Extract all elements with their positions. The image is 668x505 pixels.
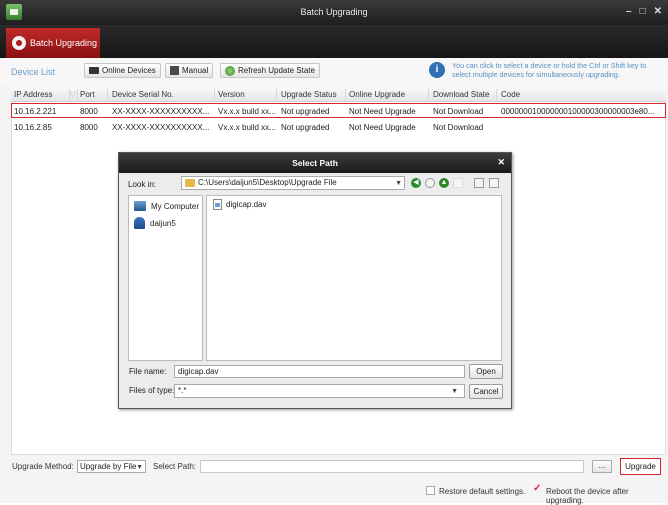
cell-ip: 10.16.2.85 bbox=[14, 123, 52, 132]
dialog-close-icon[interactable]: ✕ bbox=[497, 157, 505, 168]
user-icon bbox=[134, 217, 145, 229]
table-row[interactable]: 10.16.2.85 8000 XX-XXXX-XXXXXXXXXX... Vx… bbox=[11, 120, 666, 135]
new-folder-icon[interactable] bbox=[453, 178, 463, 188]
manual-button[interactable]: Manual bbox=[165, 63, 214, 78]
restore-default-checkbox[interactable] bbox=[426, 486, 435, 495]
maximize-icon[interactable]: □ bbox=[640, 6, 646, 17]
upgrade-tab-icon bbox=[12, 36, 26, 50]
forward-icon[interactable] bbox=[425, 178, 435, 188]
browse-button[interactable]: ... bbox=[592, 460, 612, 473]
hint-line-2: select multiple devices for simultaneous… bbox=[452, 70, 620, 79]
bottom-bar: Upgrade Method: Upgrade by File ▼ Select… bbox=[0, 458, 668, 505]
header-version[interactable]: Version bbox=[218, 90, 245, 99]
chevron-down-icon: ▼ bbox=[395, 180, 402, 187]
monitor-icon bbox=[89, 67, 99, 74]
open-button[interactable]: Open bbox=[469, 364, 503, 379]
upgrade-method-value: Upgrade by File bbox=[80, 462, 137, 471]
cell-ip: 10.16.2.221 bbox=[14, 107, 57, 116]
look-in-label: Look in: bbox=[128, 180, 157, 189]
upgrade-method-label: Upgrade Method: bbox=[12, 462, 74, 471]
title-bar: Batch Upgrading – □ ✕ bbox=[0, 0, 668, 25]
files-of-type-value: *.* bbox=[178, 386, 187, 395]
cell-code: 000000010000000100000300000003e80... bbox=[501, 107, 655, 116]
header-port[interactable]: Port bbox=[80, 90, 95, 99]
file-name: digicap.dav bbox=[226, 200, 267, 209]
online-devices-label: Online Devices bbox=[102, 66, 156, 75]
tab-label: Batch Upgrading bbox=[30, 38, 98, 48]
header-ip-address[interactable]: IP Address bbox=[14, 90, 53, 99]
refresh-icon bbox=[225, 65, 235, 76]
header-download-state[interactable]: Download State bbox=[433, 90, 489, 99]
hint-line-1: You can click to select a device or hold… bbox=[452, 61, 647, 70]
list-item[interactable]: digicap.dav bbox=[213, 199, 266, 210]
computer-icon bbox=[134, 201, 146, 211]
minimize-icon[interactable]: – bbox=[626, 6, 632, 17]
header-code[interactable]: Code bbox=[501, 90, 520, 99]
manual-label: Manual bbox=[182, 66, 209, 75]
cell-version: Vx.x.x build xx... bbox=[218, 107, 276, 116]
refresh-label: Refresh Update State bbox=[238, 66, 315, 75]
places-sidebar: My Computer daijun5 bbox=[128, 195, 203, 361]
header-serial[interactable]: Device Serial No. bbox=[112, 90, 174, 99]
file-name-label: File name: bbox=[129, 367, 167, 376]
window-controls: – □ ✕ bbox=[626, 6, 662, 17]
header-upgrade-status[interactable]: Upgrade Status bbox=[281, 90, 337, 99]
manual-icon bbox=[170, 66, 179, 75]
files-of-type-select[interactable]: *.* ▼ bbox=[174, 384, 465, 398]
cell-port: 8000 bbox=[80, 123, 98, 132]
detail-view-icon[interactable] bbox=[489, 178, 499, 188]
back-icon[interactable]: ◀ bbox=[411, 178, 421, 188]
look-in-path: C:\Users\daijun5\Desktop\Upgrade File bbox=[198, 178, 337, 187]
cell-status: Not upgraded bbox=[281, 123, 330, 132]
file-icon bbox=[213, 199, 222, 210]
chevron-down-icon: ▼ bbox=[136, 464, 143, 471]
cell-port: 8000 bbox=[80, 107, 98, 116]
cell-version: Vx.x.x build xx... bbox=[218, 123, 276, 132]
list-view-icon[interactable] bbox=[474, 178, 484, 188]
file-name-input[interactable]: digicap.dav bbox=[174, 365, 465, 378]
dialog-title: Select Path bbox=[119, 153, 511, 173]
tab-bar: Batch Upgrading bbox=[0, 25, 668, 58]
cell-serial: XX-XXXX-XXXXXXXXXX... bbox=[112, 123, 210, 132]
cell-status: Not upgraded bbox=[281, 107, 330, 116]
refresh-update-state-button[interactable]: Refresh Update State bbox=[220, 63, 320, 78]
upgrade-button[interactable]: Upgrade bbox=[620, 458, 661, 475]
select-path-dialog: Select Path ✕ Look in: C:\Users\daijun5\… bbox=[118, 152, 512, 409]
window-title: Batch Upgrading bbox=[300, 7, 368, 17]
filter-icon[interactable]: ▽ bbox=[70, 90, 76, 99]
sidebar-item-my-computer[interactable]: My Computer bbox=[134, 201, 199, 211]
cell-online-upgrade: Not Need Upgrade bbox=[349, 123, 416, 132]
look-in-combo[interactable]: C:\Users\daijun5\Desktop\Upgrade File ▼ bbox=[181, 176, 405, 190]
sidebar-item-daijun5[interactable]: daijun5 bbox=[134, 217, 176, 229]
header-online-upgrade[interactable]: Online Upgrade bbox=[349, 90, 405, 99]
selection-hint: You can click to select a device or hold… bbox=[452, 61, 666, 79]
close-icon[interactable]: ✕ bbox=[654, 6, 662, 17]
folder-icon bbox=[185, 179, 195, 187]
tab-batch-upgrading[interactable]: Batch Upgrading bbox=[6, 28, 100, 58]
online-devices-button[interactable]: Online Devices bbox=[84, 63, 161, 78]
upgrade-method-select[interactable]: Upgrade by File ▼ bbox=[77, 460, 146, 473]
cell-download-state: Not Download bbox=[433, 123, 484, 132]
reboot-label: Reboot the device after upgrading. bbox=[546, 487, 629, 505]
file-list: digicap.dav bbox=[206, 195, 502, 361]
cell-download-state: Not Download bbox=[433, 107, 484, 116]
select-path-label: Select Path: bbox=[153, 462, 197, 471]
toolbar: Device List Online Devices Manual Refres… bbox=[0, 58, 668, 85]
batch-upgrading-window: Batch Upgrading – □ ✕ Batch Upgrading De… bbox=[0, 0, 668, 505]
chevron-down-icon: ▼ bbox=[451, 388, 458, 395]
cell-online-upgrade: Not Need Upgrade bbox=[349, 107, 416, 116]
sidebar-item-label: My Computer bbox=[151, 201, 200, 211]
select-path-input[interactable] bbox=[200, 460, 584, 473]
table-header: IP Address ▽ Port Device Serial No. Vers… bbox=[11, 87, 666, 102]
reboot-checkbox-checked-icon[interactable]: ✓ bbox=[533, 483, 541, 494]
up-folder-icon[interactable]: ▲ bbox=[439, 178, 449, 188]
sidebar-item-label: daijun5 bbox=[150, 218, 176, 228]
table-row[interactable]: 10.16.2.221 8000 XX-XXXX-XXXXXXXXXX... V… bbox=[11, 103, 666, 118]
info-icon: i bbox=[429, 62, 445, 78]
device-list-label: Device List bbox=[11, 67, 56, 77]
restore-default-label: Restore default settings. bbox=[439, 487, 526, 496]
cancel-button[interactable]: Cancel bbox=[469, 384, 503, 399]
files-of-type-label: Files of type: bbox=[129, 386, 175, 395]
cell-serial: XX-XXXX-XXXXXXXXXX... bbox=[112, 107, 210, 116]
